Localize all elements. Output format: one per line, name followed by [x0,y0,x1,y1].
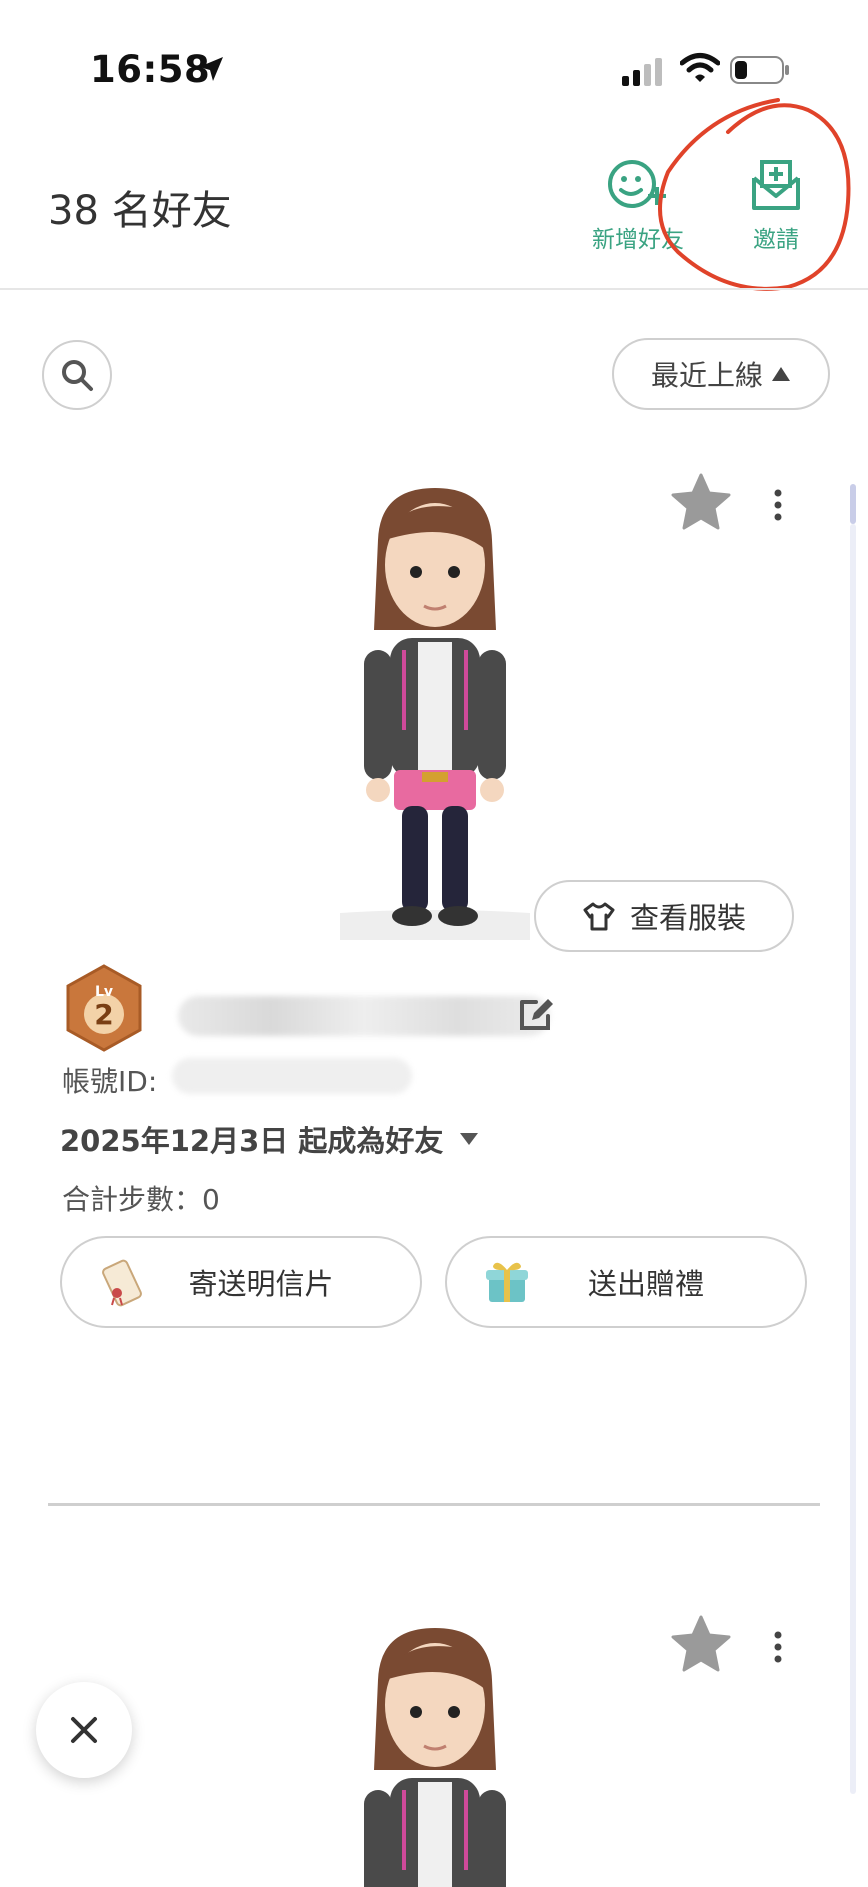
level-number: 2 [94,998,113,1031]
close-icon [71,1717,97,1743]
header-divider [0,288,868,290]
card-divider [48,1503,820,1506]
sort-dropdown[interactable]: 最近上線 [612,338,830,410]
level-badge-icon: Lv 2 [66,964,142,1052]
battery-icon [730,56,789,84]
wifi-icon [680,53,720,82]
account-id-label: 帳號ID: [62,1065,158,1098]
account-id-redacted [172,1058,412,1094]
edit-icon[interactable] [518,996,556,1032]
annotation-circle [658,98,851,291]
send-gift-button[interactable]: 送出贈禮 [445,1236,807,1328]
scrollbar-thumb[interactable] [850,484,856,524]
status-time: 16:58 [90,48,211,91]
avatar [340,488,530,940]
dropdown-icon [460,1133,479,1145]
signal-icon [622,58,662,86]
send-gift-label: 送出贈禮 [587,1267,704,1301]
close-button[interactable] [36,1682,132,1778]
more-icon[interactable] [770,1630,786,1664]
more-icon[interactable] [770,488,786,522]
friend-name-redacted [178,996,550,1036]
send-postcard-button[interactable]: 寄送明信片 [60,1236,422,1328]
avatar [364,1628,506,1887]
shirt-icon [583,902,615,931]
friends-since-dropdown[interactable]: 2025年12月3日 起成為好友 [60,1118,479,1160]
page-title: 38 名好友 [48,188,232,234]
scrollbar-track[interactable] [850,524,856,1794]
postcard-icon [102,1259,142,1307]
star-icon[interactable] [670,1614,732,1674]
send-postcard-label: 寄送明信片 [188,1267,334,1301]
total-steps: 合計步數：0 [62,1183,220,1216]
view-outfit-button[interactable]: 查看服裝 [534,880,794,952]
sort-label: 最近上線 [650,359,763,392]
search-icon [62,360,93,391]
search-button[interactable] [42,340,112,410]
view-outfit-label: 查看服裝 [629,901,746,935]
location-arrow-icon [199,57,223,81]
star-icon[interactable] [670,472,732,532]
sort-arrow-icon [772,367,790,381]
gift-icon [486,1262,528,1302]
friends-since-text: 2025年12月3日 起成為好友 [60,1124,444,1158]
